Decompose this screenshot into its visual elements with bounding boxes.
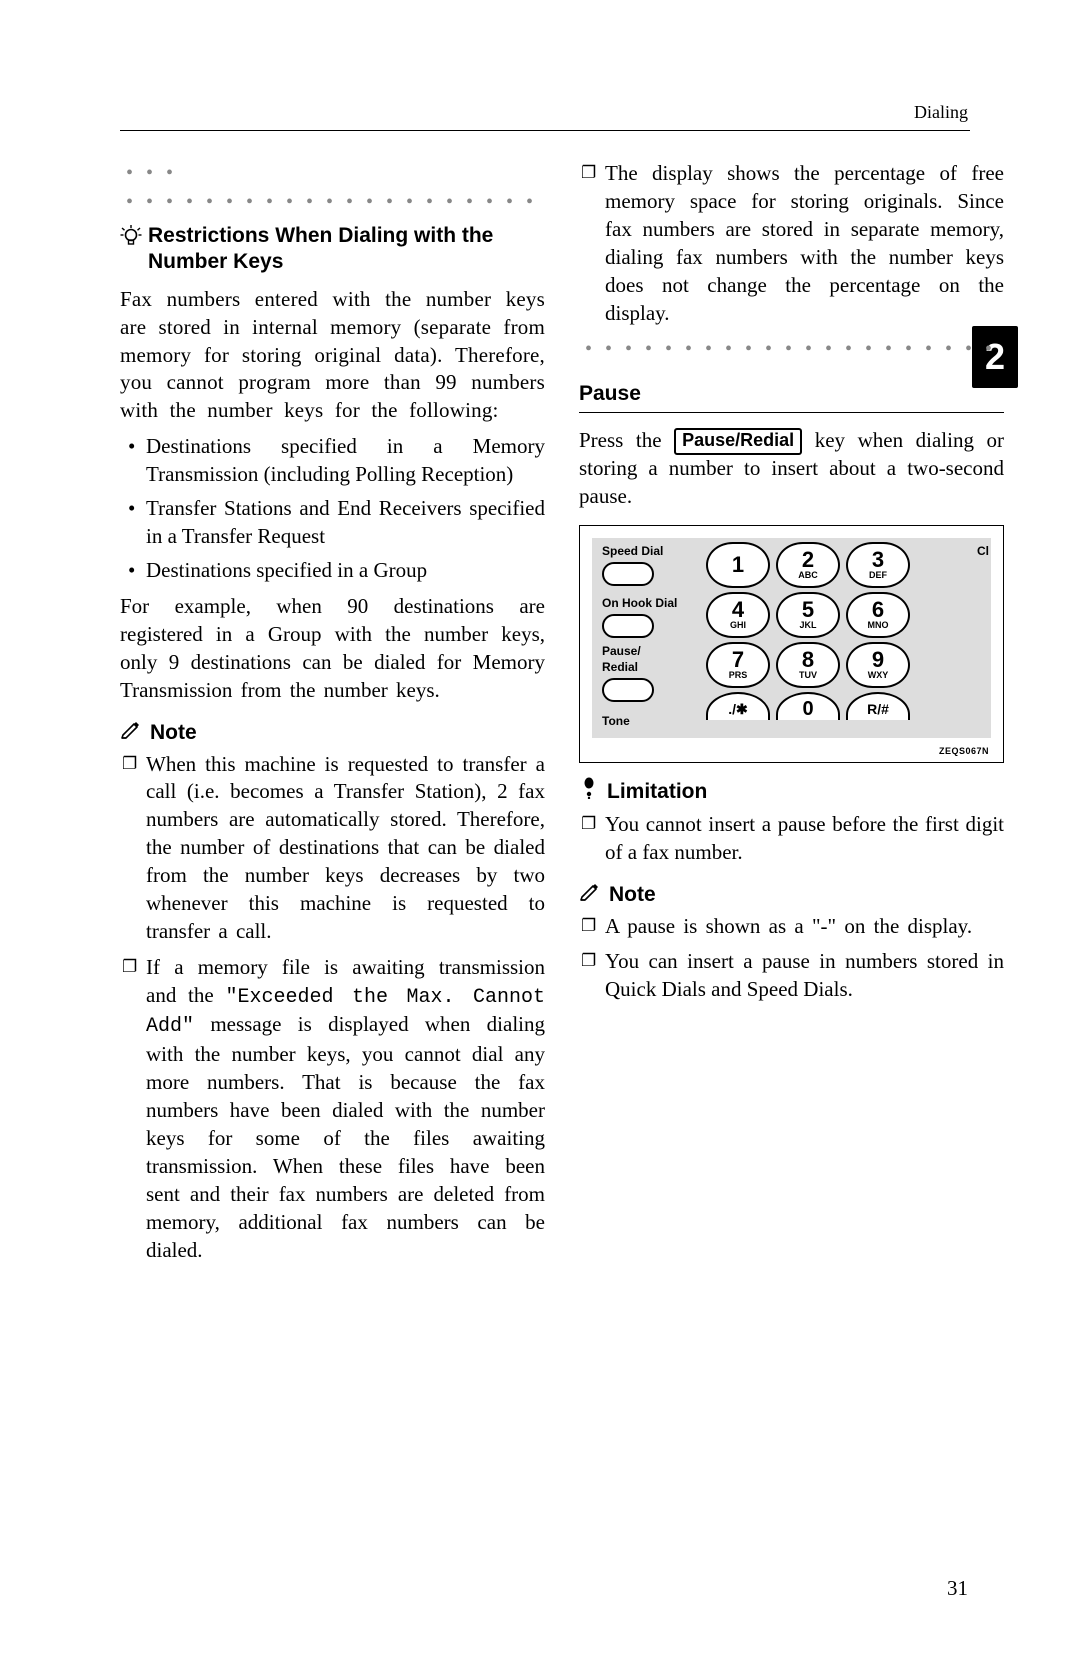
note-heading-right: Note [579, 881, 1004, 909]
key-3[interactable]: 3DEF [846, 542, 910, 588]
note-heading: Note [120, 719, 545, 747]
key-1[interactable]: 1 [706, 542, 770, 588]
pause-text-pre: Press the [579, 428, 674, 452]
lightbulb-icon [120, 225, 142, 256]
page: Dialing 2 • • • • • • • • • • • • • • • … [0, 0, 1080, 1669]
key-9[interactable]: 9WXY [846, 642, 910, 688]
page-number: 31 [947, 1576, 968, 1601]
limitation-heading: Limitation [579, 777, 1004, 807]
key-7[interactable]: 7PRS [706, 642, 770, 688]
example-paragraph: For example, when 90 destinations are re… [120, 593, 545, 705]
pencil-icon [579, 881, 601, 909]
key-8[interactable]: 8TUV [776, 642, 840, 688]
keypad-figure: Speed Dial On Hook Dial Pause/ Redial [579, 525, 1004, 763]
pause-heading: Pause [579, 380, 1004, 408]
keypad-grid: 1 2ABC 3DEF 4GHI 5JKL 6MNO 7PRS 8TUV 9WX… [706, 542, 910, 720]
on-hook-dial-button[interactable] [602, 614, 654, 638]
bullet-item: Destinations specified in a Memory Trans… [120, 433, 545, 489]
intro-paragraph: Fax numbers entered with the number keys… [120, 286, 545, 426]
key-2[interactable]: 2ABC [776, 542, 840, 588]
dotted-row-end: • • • • • • • • • • • • • • • • • • • • … [585, 336, 1004, 363]
pause-paragraph: Press the Pause/Redial key when dialing … [579, 427, 1004, 511]
key-star[interactable]: ./✱ [706, 692, 770, 720]
key-0[interactable]: 0 [776, 692, 840, 720]
limitation-label: Limitation [607, 778, 707, 806]
bullet-item: Destinations specified in a Group [120, 557, 545, 585]
limitation-list: You cannot insert a pause before the fir… [579, 811, 1004, 867]
speed-dial-label: Speed Dial [602, 544, 677, 560]
note-item: A pause is shown as a "-" on the display… [579, 913, 1004, 941]
on-hook-dial-label: On Hook Dial [602, 596, 677, 612]
limitation-icon [579, 777, 599, 807]
tip-heading-text: Restrictions When Dialing with the Numbe… [148, 223, 545, 276]
pause-redial-label-1: Pause/ [602, 644, 677, 660]
restriction-bullets: Destinations specified in a Memory Trans… [120, 433, 545, 585]
running-header: Dialing [914, 102, 968, 123]
tip-heading: Restrictions When Dialing with the Numbe… [120, 223, 545, 276]
pause-redial-keycap: Pause/Redial [674, 428, 802, 455]
note-item: When this machine is requested to transf… [120, 751, 545, 946]
figure-code: ZEQS067N [939, 746, 989, 758]
right-column: The display shows the percentage of free… [579, 160, 1004, 1272]
key-hash[interactable]: R/# [846, 692, 910, 720]
pencil-icon [120, 719, 142, 747]
carry-over-list: The display shows the percentage of free… [579, 160, 1004, 328]
bullet-item: Transfer Stations and End Receivers spec… [120, 495, 545, 551]
keypad-panel: Speed Dial On Hook Dial Pause/ Redial [592, 538, 991, 738]
note-item: If a memory file is awaiting transmissio… [120, 954, 545, 1264]
keypad-left-labels: Speed Dial On Hook Dial Pause/ Redial [602, 544, 677, 736]
key-5[interactable]: 5JKL [776, 592, 840, 638]
left-column: • • • • • • • • • • • • • • • • • • • • … [120, 160, 545, 1272]
note2-suffix: message is displayed when dialing with t… [146, 1012, 545, 1261]
cl-label: Cl [977, 544, 989, 560]
content-columns: • • • • • • • • • • • • • • • • • • • • … [120, 160, 970, 1272]
speed-dial-button[interactable] [602, 562, 654, 586]
key-6[interactable]: 6MNO [846, 592, 910, 638]
dotted-row: • • • • • • • • • • • • • • • • • • • • … [126, 189, 545, 216]
dotted-lead-in: • • • [126, 160, 545, 187]
pause-redial-label-2: Redial [602, 660, 677, 676]
note-item: You can insert a pause in numbers stored… [579, 948, 1004, 1004]
key-4[interactable]: 4GHI [706, 592, 770, 638]
note-list: When this machine is requested to transf… [120, 751, 545, 1265]
note-label-right: Note [609, 881, 656, 909]
header-rule [120, 130, 970, 131]
pause-redial-button[interactable] [602, 678, 654, 702]
pause-rule [579, 412, 1004, 413]
carry-over-item: The display shows the percentage of free… [579, 160, 1004, 328]
limitation-item: You cannot insert a pause before the fir… [579, 811, 1004, 867]
note-label: Note [150, 719, 197, 747]
note-list-right: A pause is shown as a "-" on the display… [579, 913, 1004, 1005]
tone-label: Tone [602, 714, 677, 730]
